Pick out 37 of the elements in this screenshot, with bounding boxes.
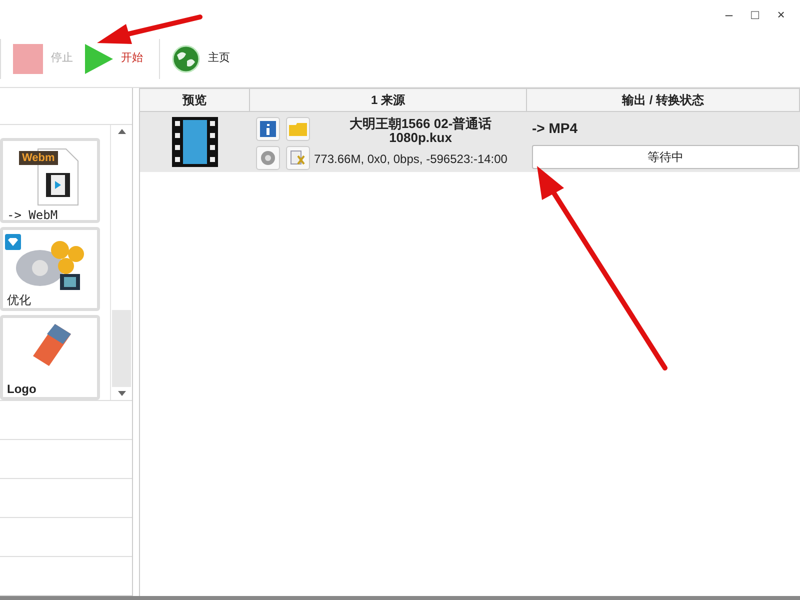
folder-icon [289,122,307,136]
clip-button[interactable] [286,146,310,170]
tile-label: Logo [6,381,36,398]
tile-label: -> WebM [6,207,58,220]
output-format: -> MP4 [532,119,579,138]
info-button[interactable] [256,117,280,141]
file-name: 大明王朝1566 02-普通话 [349,117,492,131]
column-header[interactable]: 预览 [140,89,250,111]
conversion-tile[interactable]: Webm -> WebM [0,138,100,223]
table-row[interactable]: 大明王朝1566 02-普通话 1080p.kux 773.66M, 0x0, 0bps, -596523:-14:00 -> MP4 等待中 [140,112,800,172]
scrollbar[interactable] [110,125,132,400]
start-button[interactable]: 开始 [81,38,147,78]
info-icon [260,121,276,137]
window-control-button[interactable]: – [718,5,740,25]
scissors-icon [290,150,306,166]
window-control-button[interactable]: □ [744,5,766,25]
tile-label: 优化 [6,292,31,308]
play-icon [85,44,113,74]
format-badge: Webm [19,151,58,165]
window-control-button[interactable]: × [770,5,792,25]
column-header[interactable]: 输出 / 转换状态 [527,89,800,111]
file-name: 1080p.kux [389,131,452,145]
scrollbar-thumb[interactable] [112,310,131,387]
scroll-down-icon[interactable] [118,391,126,396]
settings-icon [260,150,276,166]
settings-button[interactable] [256,146,280,170]
folder-button[interactable] [286,117,310,141]
home-button[interactable]: 主页 [168,38,234,78]
status-bar: 等待中 [532,145,799,169]
film-icon [172,117,218,167]
globe-icon [172,44,200,72]
scroll-up-icon[interactable] [118,129,126,134]
file-info: 773.66M, 0x0, 0bps, -596523:-14:00 [314,151,508,168]
conversion-tile[interactable]: 优化 [0,226,100,312]
stop-icon [13,44,43,74]
conversion-tile[interactable]: Logo [0,315,100,400]
column-header[interactable]: 1 来源 [250,89,527,111]
